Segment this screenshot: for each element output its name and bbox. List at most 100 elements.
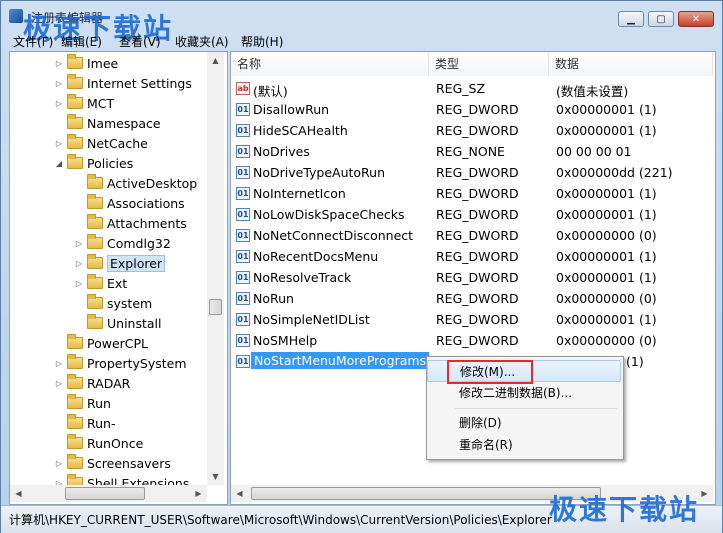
value-row[interactable]: 01 NoRun REG_DWORD 0x00000000 (0) [231, 288, 713, 309]
tree-item-powercpl[interactable]: PowerCPL [54, 333, 148, 353]
value-data: 0x00000001 (1) [556, 312, 657, 327]
folder-open-icon [67, 154, 83, 169]
tree-item-system[interactable]: system [74, 293, 152, 313]
expand-arrow-icon[interactable]: ▷ [54, 359, 64, 368]
tree-item-imee[interactable]: ▷ Imee [54, 53, 118, 73]
value-name: HideSCAHealth [253, 123, 348, 138]
binary-value-icon: 01 [236, 124, 250, 137]
tree-item-run-minus[interactable]: Run- [54, 413, 115, 433]
value-row[interactable]: 01 NoSMHelp REG_DWORD 0x00000000 (0) [231, 330, 713, 351]
expand-arrow-icon[interactable]: ▷ [54, 59, 64, 68]
close-button[interactable]: ✕ [678, 11, 714, 27]
value-data: 0x00000000 (0) [556, 291, 657, 306]
menu-help[interactable]: 帮助(H) [241, 33, 283, 50]
value-row[interactable]: 01 HideSCAHealth REG_DWORD 0x00000001 (1) [231, 120, 713, 141]
maximize-icon: ▢ [656, 14, 666, 25]
value-type: REG_DWORD [436, 123, 519, 138]
value-type: REG_DWORD [436, 165, 519, 180]
value-data: 0x00000001 (1) [556, 123, 657, 138]
value-row[interactable]: 01 NoDrives REG_NONE 00 00 00 01 [231, 141, 713, 162]
folder-icon [87, 274, 103, 289]
value-name: (默认) [253, 84, 288, 99]
tree-item-activedesktop[interactable]: ActiveDesktop [74, 173, 197, 193]
collapse-arrow-icon[interactable]: ◢ [54, 159, 64, 168]
menu-file[interactable]: 文件(F) [13, 33, 53, 50]
tree-item-associations[interactable]: Associations [74, 193, 185, 213]
tree-item-policies[interactable]: ◢ Policies [54, 153, 133, 173]
expand-arrow-icon[interactable]: ▷ [54, 459, 64, 468]
tree-vertical-scrollbar[interactable]: ▲ ▼ [207, 52, 224, 485]
menu-view[interactable]: 查看(V) [119, 33, 161, 50]
folder-icon [67, 134, 83, 149]
folder-icon [87, 314, 103, 329]
value-row[interactable]: 01 NoLowDiskSpaceChecks REG_DWORD 0x0000000… [231, 204, 713, 225]
tree-item-screensavers[interactable]: ▷ Screensavers [54, 453, 171, 473]
context-delete[interactable]: 删除(D) [427, 412, 621, 434]
tree-item-ext[interactable]: ▷ Ext [74, 273, 127, 293]
value-row[interactable]: 01 NoRecentDocsMenu REG_DWORD 0x00000001 (1… [231, 246, 713, 267]
minimize-button[interactable]: ▁ [618, 11, 644, 27]
registry-editor-window: 注册表编辑器 极速下载站 ▁ ▢ ✕ 文件(F) 编辑(E) 查看(V) 收藏夹… [0, 0, 723, 533]
tree-item-comdlg32[interactable]: ▷ Comdlg32 [74, 233, 171, 253]
column-header-data[interactable]: 数据 [549, 52, 713, 76]
value-row[interactable]: 01 NoDriveTypeAutoRun REG_DWORD 0x000000dd … [231, 162, 713, 183]
value-name: NoResolveTrack [253, 270, 352, 285]
column-header-type[interactable]: 类型 [429, 52, 549, 76]
tree-item-run[interactable]: Run [54, 393, 111, 413]
value-data: (1) [626, 354, 644, 369]
scroll-left-arrow-icon[interactable]: ◀ [231, 485, 248, 502]
value-row[interactable]: 01 NoInternetIcon REG_DWORD 0x00000001 (1) [231, 183, 713, 204]
minimize-icon: ▁ [627, 14, 635, 25]
column-header-name[interactable]: 名称 [231, 52, 429, 76]
expand-arrow-icon[interactable]: ▷ [74, 259, 84, 268]
tree-hscroll-thumb[interactable] [65, 487, 145, 500]
tree-horizontal-scrollbar[interactable]: ◀ ▶ [10, 485, 207, 502]
value-data: 0x000000dd (221) [556, 165, 673, 180]
expand-arrow-icon[interactable]: ▷ [54, 139, 64, 148]
title-bar[interactable]: 注册表编辑器 极速下载站 ▁ ▢ ✕ [1, 1, 722, 45]
menu-edit[interactable]: 编辑(E) [61, 33, 102, 50]
value-name: NoRecentDocsMenu [253, 249, 379, 264]
tree-item-internet-settings[interactable]: ▷ Internet Settings [54, 73, 192, 93]
context-modify-binary[interactable]: 修改二进制数据(B)... [427, 382, 621, 404]
tree-item-label: Run- [87, 415, 116, 431]
value-type: REG_DWORD [436, 228, 519, 243]
value-row[interactable]: 01 NoSimpleNetIDList REG_DWORD 0x00000001 (… [231, 309, 713, 330]
maximize-button[interactable]: ▢ [648, 11, 674, 27]
value-data: 0x00000000 (0) [556, 333, 657, 348]
tree-item-radar[interactable]: ▷ RADAR [54, 373, 130, 393]
tree-item-attachments[interactable]: Attachments [74, 213, 187, 233]
tree-item-explorer[interactable]: ▷ Explorer [74, 253, 166, 273]
tree-item-label: Policies [87, 155, 134, 171]
value-data: (数值未设置) [556, 84, 629, 99]
tree-item-label: PowerCPL [87, 335, 149, 351]
expand-arrow-icon[interactable]: ▷ [74, 279, 84, 288]
key-tree-pane[interactable]: ▷ Imee ▷ Internet Settings ▷ MCT Namespace … [9, 51, 228, 505]
scroll-right-arrow-icon[interactable]: ▶ [190, 485, 207, 502]
scroll-up-arrow-icon[interactable]: ▲ [207, 52, 224, 69]
scroll-down-arrow-icon[interactable]: ▼ [207, 468, 224, 485]
expand-arrow-icon[interactable]: ▷ [54, 79, 64, 88]
tree-item-mct[interactable]: ▷ MCT [54, 93, 114, 113]
expand-arrow-icon[interactable]: ▷ [54, 379, 64, 388]
scroll-left-arrow-icon[interactable]: ◀ [10, 485, 27, 502]
tree-item-uninstall[interactable]: Uninstall [74, 313, 162, 333]
context-rename[interactable]: 重命名(R) [427, 434, 621, 456]
value-row[interactable]: ab (默认) REG_SZ (数值未设置) [231, 78, 713, 99]
expand-arrow-icon[interactable]: ▷ [74, 239, 84, 248]
value-row[interactable]: 01 NoNetConnectDisconnect REG_DWORD 0x00000… [231, 225, 713, 246]
value-type: REG_SZ [436, 81, 486, 96]
tree-scroll-thumb[interactable] [209, 299, 222, 315]
tree-item-namespace[interactable]: Namespace [54, 113, 161, 133]
expand-arrow-icon[interactable]: ▷ [54, 99, 64, 108]
binary-value-icon: 01 [236, 103, 250, 116]
tree-item-label: PropertySystem [87, 355, 187, 371]
binary-value-icon: 01 [236, 355, 250, 368]
tree-item-netcache[interactable]: ▷ NetCache [54, 133, 148, 153]
menu-favorites[interactable]: 收藏夹(A) [175, 33, 229, 50]
tree-item-runonce[interactable]: RunOnce [54, 433, 143, 453]
tree-item-propertysystem[interactable]: ▷ PropertySystem [54, 353, 187, 373]
value-row[interactable]: 01 DisallowRun REG_DWORD 0x00000001 (1) [231, 99, 713, 120]
context-separator [455, 408, 617, 409]
value-row[interactable]: 01 NoResolveTrack REG_DWORD 0x00000001 (1) [231, 267, 713, 288]
